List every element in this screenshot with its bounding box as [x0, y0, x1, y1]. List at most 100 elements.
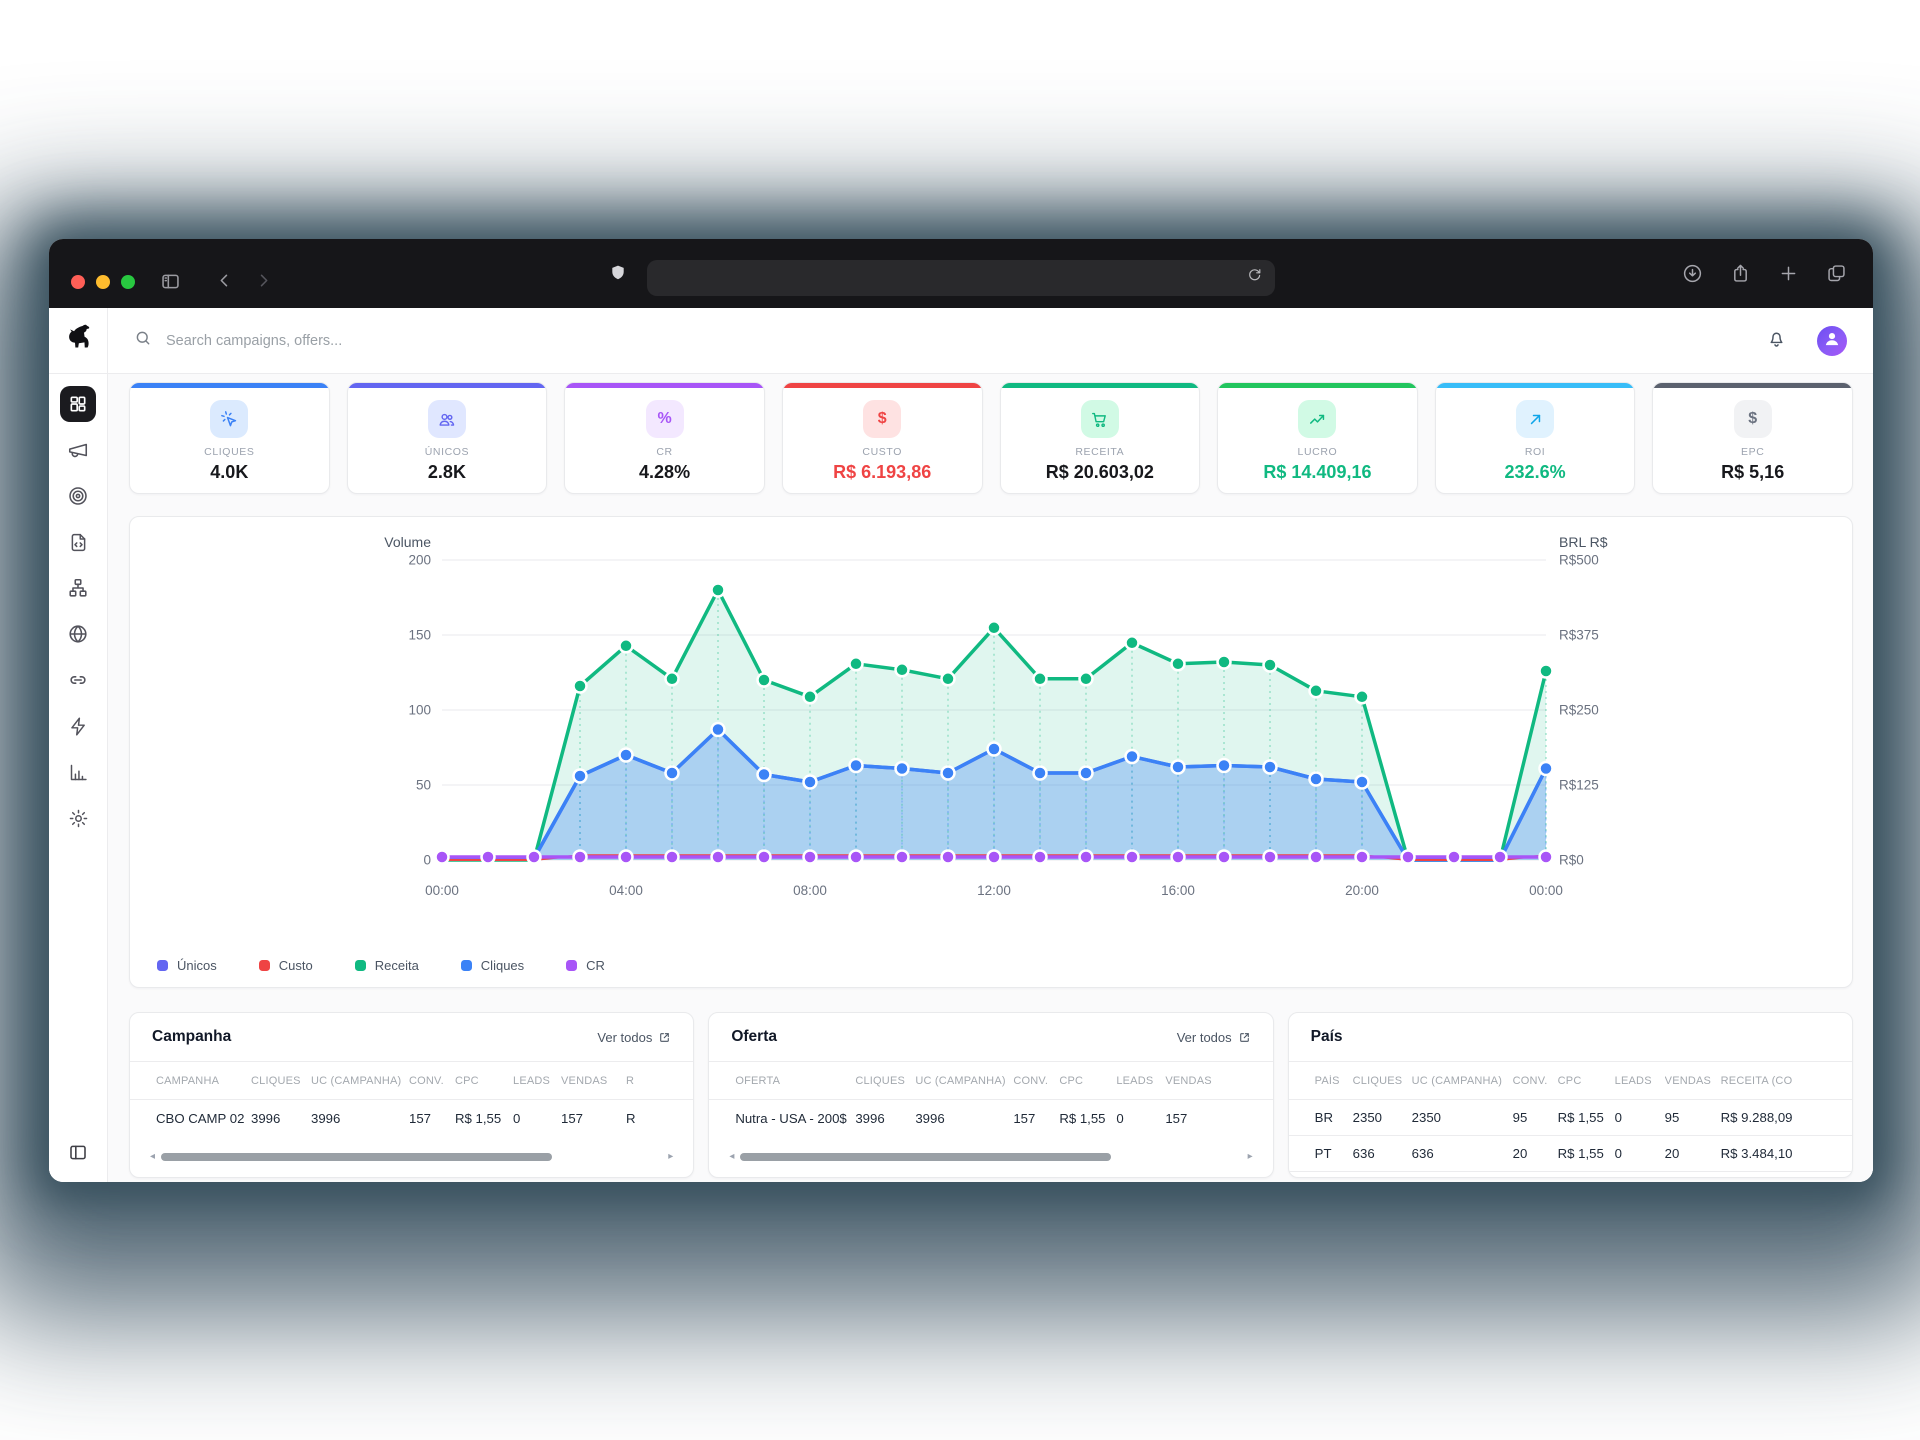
kpi-card-cliques[interactable]: CLIQUES4.0K — [129, 382, 330, 494]
back-icon[interactable] — [215, 271, 234, 290]
data-point-receita[interactable] — [896, 663, 909, 676]
data-point-cliques[interactable] — [666, 767, 679, 780]
data-point-receita[interactable] — [1034, 672, 1047, 685]
zoom-button[interactable] — [121, 275, 135, 289]
data-point-cliques[interactable] — [1126, 750, 1139, 763]
sidebar-item-settings[interactable] — [60, 800, 96, 836]
data-point-cr[interactable] — [1034, 851, 1047, 864]
data-point-cr[interactable] — [850, 851, 863, 864]
sidebar-item-domains[interactable] — [60, 616, 96, 652]
data-point-cliques[interactable] — [1218, 759, 1231, 772]
kpi-card-cr[interactable]: %CR4.28% — [564, 382, 765, 494]
data-point-cliques[interactable] — [850, 759, 863, 772]
data-point-cliques[interactable] — [758, 768, 771, 781]
horizontal-scrollbar[interactable]: ◂▸ — [150, 1152, 673, 1161]
sidebar-item-pages[interactable] — [60, 524, 96, 560]
data-point-receita[interactable] — [850, 657, 863, 670]
data-point-cr[interactable] — [712, 851, 725, 864]
sidebar-item-links[interactable] — [60, 662, 96, 698]
data-point-cliques[interactable] — [620, 749, 633, 762]
data-point-cr[interactable] — [1126, 851, 1139, 864]
legend-item-receita[interactable]: Receita — [355, 958, 419, 973]
data-point-receita[interactable] — [620, 639, 633, 652]
kpi-card-epc[interactable]: $EPCR$ 5,16 — [1652, 382, 1853, 494]
scroll-left-icon[interactable]: ◂ — [729, 1152, 734, 1162]
data-point-receita[interactable] — [712, 584, 725, 597]
url-bar[interactable] — [647, 260, 1275, 296]
data-point-receita[interactable] — [1540, 665, 1553, 678]
data-point-cr[interactable] — [666, 851, 679, 864]
data-point-cr[interactable] — [620, 851, 633, 864]
data-point-cliques[interactable] — [942, 767, 955, 780]
data-point-receita[interactable] — [574, 680, 587, 693]
data-point-receita[interactable] — [942, 672, 955, 685]
data-point-cr[interactable] — [758, 851, 771, 864]
data-point-cliques[interactable] — [574, 770, 587, 783]
data-point-cr[interactable] — [1402, 851, 1415, 864]
data-point-cr[interactable] — [1218, 851, 1231, 864]
sidebar-item-automations[interactable] — [60, 708, 96, 744]
sidebar-item-reports[interactable] — [60, 754, 96, 790]
data-point-cr[interactable] — [1540, 851, 1553, 864]
data-point-receita[interactable] — [1264, 659, 1277, 672]
data-point-cr[interactable] — [1080, 851, 1093, 864]
sidebar-toggle-icon[interactable] — [160, 271, 181, 292]
data-point-cliques[interactable] — [1310, 773, 1323, 786]
sidebar-item-campaigns[interactable] — [60, 432, 96, 468]
data-point-cr[interactable] — [528, 851, 541, 864]
data-point-receita[interactable] — [1080, 672, 1093, 685]
sidebar-item-offers[interactable] — [60, 478, 96, 514]
data-point-cr[interactable] — [1448, 851, 1461, 864]
new-tab-icon[interactable] — [1778, 263, 1799, 289]
notifications-bell-icon[interactable] — [1766, 328, 1787, 354]
scroll-left-icon[interactable]: ◂ — [150, 1152, 155, 1162]
data-point-cliques[interactable] — [1356, 776, 1369, 789]
data-point-receita[interactable] — [988, 621, 1001, 634]
data-point-cliques[interactable] — [1540, 762, 1553, 775]
data-point-receita[interactable] — [804, 690, 817, 703]
data-point-cr[interactable] — [574, 851, 587, 864]
sidebar-item-dashboard[interactable] — [60, 386, 96, 422]
data-point-receita[interactable] — [1356, 690, 1369, 703]
kpi-card--nicos[interactable]: ÚNICOS2.8K — [347, 382, 548, 494]
kpi-card-receita[interactable]: RECEITAR$ 20.603,02 — [1000, 382, 1201, 494]
data-point-cr[interactable] — [482, 851, 495, 864]
kpi-card-custo[interactable]: $CUSTOR$ 6.193,86 — [782, 382, 983, 494]
data-point-receita[interactable] — [758, 674, 771, 687]
download-icon[interactable] — [1682, 263, 1703, 289]
ver-todos-link[interactable]: Ver todos — [1177, 1030, 1251, 1045]
data-point-cr[interactable] — [436, 851, 449, 864]
data-point-receita[interactable] — [1310, 684, 1323, 697]
data-point-cliques[interactable] — [988, 743, 1001, 756]
scroll-right-icon[interactable]: ▸ — [668, 1152, 673, 1162]
data-point-receita[interactable] — [666, 672, 679, 685]
data-point-cr[interactable] — [1494, 851, 1507, 864]
data-point-cliques[interactable] — [804, 776, 817, 789]
data-point-cr[interactable] — [988, 851, 1001, 864]
search-input[interactable] — [164, 332, 1752, 350]
data-point-cliques[interactable] — [1264, 761, 1277, 774]
scroll-right-icon[interactable]: ▸ — [1248, 1152, 1253, 1162]
collapse-sidebar-icon[interactable] — [68, 1142, 89, 1168]
data-point-cr[interactable] — [896, 851, 909, 864]
reload-icon[interactable] — [1246, 267, 1263, 289]
kpi-card-roi[interactable]: ROI232.6% — [1435, 382, 1636, 494]
kpi-card-lucro[interactable]: LUCROR$ 14.409,16 — [1217, 382, 1418, 494]
data-point-cr[interactable] — [1172, 851, 1185, 864]
legend-item-cliques[interactable]: Cliques — [461, 958, 524, 973]
legend-item-cr[interactable]: CR — [566, 958, 605, 973]
horizontal-scrollbar[interactable]: ◂▸ — [729, 1152, 1252, 1161]
user-avatar[interactable] — [1817, 326, 1847, 356]
data-point-cliques[interactable] — [896, 762, 909, 775]
data-point-cr[interactable] — [1310, 851, 1323, 864]
data-point-cr[interactable] — [942, 851, 955, 864]
tabs-overview-icon[interactable] — [1826, 263, 1847, 289]
minimize-button[interactable] — [96, 275, 110, 289]
close-button[interactable] — [71, 275, 85, 289]
data-point-cliques[interactable] — [1172, 761, 1185, 774]
data-point-receita[interactable] — [1218, 656, 1231, 669]
legend-item--nicos[interactable]: Únicos — [157, 958, 217, 973]
data-point-cr[interactable] — [1264, 851, 1277, 864]
legend-item-custo[interactable]: Custo — [259, 958, 313, 973]
ver-todos-link[interactable]: Ver todos — [597, 1030, 671, 1045]
